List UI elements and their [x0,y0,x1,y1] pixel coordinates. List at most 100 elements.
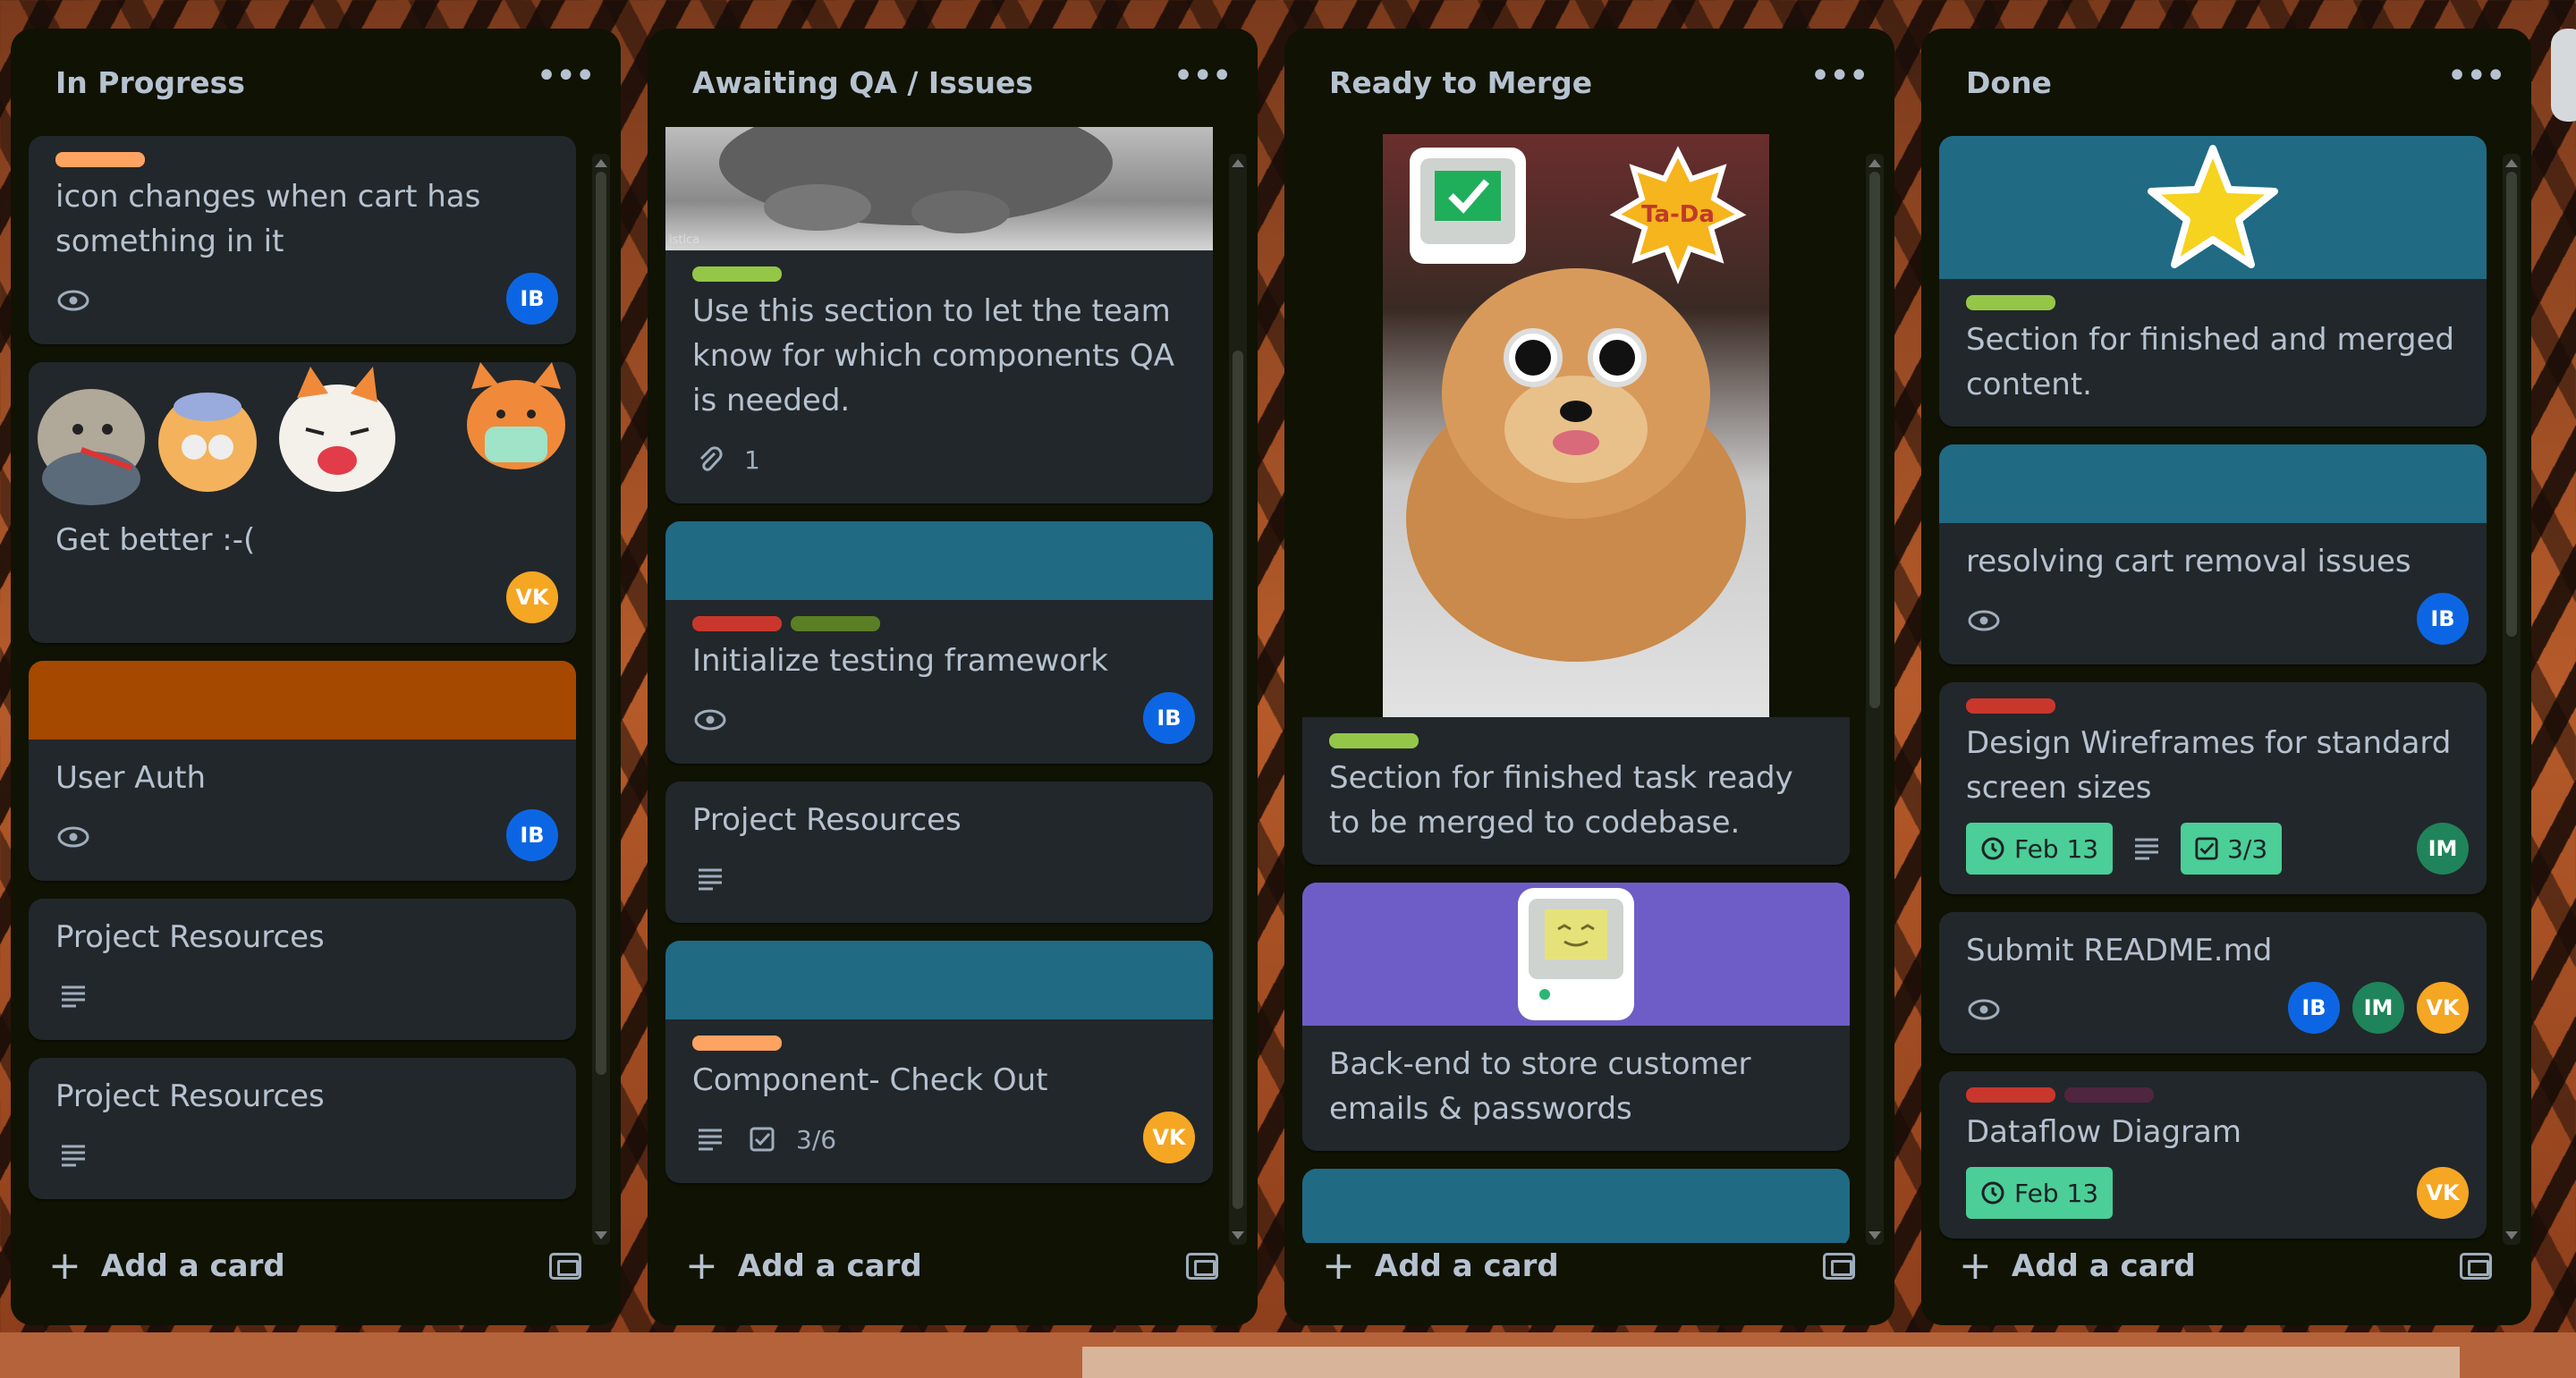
attachment-icon [692,442,728,478]
card-label[interactable] [692,266,782,282]
avatar[interactable]: VK [2417,982,2469,1034]
list-footer: + Add a card [1302,1230,1875,1302]
card-label[interactable] [1329,733,1419,748]
card[interactable]: icon changes when cart has something in … [29,136,576,344]
card-cover [1302,883,1850,1026]
card-title: Back-end to store customer emails & pass… [1329,1046,1751,1127]
card-title: Project Resources [55,919,325,955]
card-template-icon[interactable] [549,1253,581,1280]
add-card-label: Add a card [100,1248,285,1284]
list-title[interactable]: Awaiting QA / Issues [692,65,1033,100]
list-menu-icon[interactable]: ••• [2446,58,2506,106]
due-date-badge[interactable]: Feb 13 [1966,1167,2114,1219]
add-card-button[interactable]: + Add a card [685,1247,922,1286]
card-template-icon[interactable] [1186,1253,1218,1280]
card-list: Ta-Da Section for finished task ready to… [1302,134,1850,1243]
watching-eye-icon [55,283,91,318]
add-card-button[interactable]: + Add a card [1959,1247,2196,1286]
card-title: Section for finished and merged content. [1966,322,2454,402]
list-menu-icon[interactable]: ••• [1809,58,1869,106]
list-title[interactable]: Ready to Merge [1329,65,1592,100]
list-header: In Progress ••• [11,29,621,136]
card[interactable]: Dataflow Diagram Feb 13 VK [1939,1071,2487,1239]
scrollbar[interactable] [2503,154,2521,1245]
avatar[interactable]: IB [2417,593,2469,645]
card[interactable]: Section for finished and merged content. [1939,136,2487,427]
card-label[interactable] [1966,1087,2055,1103]
card[interactable]: Component- Check Out 3/6 VK [665,941,1213,1183]
list-menu-icon[interactable]: ••• [1173,58,1233,106]
card[interactable]: Back-end to store customer emails & pass… [1302,883,1850,1151]
add-card-button[interactable]: + Add a card [48,1247,285,1286]
masked-cat-sticker-icon [467,362,565,469]
card-label[interactable] [55,152,145,167]
plus-icon: + [1959,1243,1992,1289]
plus-icon: + [48,1243,81,1289]
list-menu-icon[interactable]: ••• [536,58,596,106]
card[interactable]: Initialize testing framework IB [665,521,1213,764]
list-footer: + Add a card [1939,1230,2512,1302]
card-label[interactable] [1966,295,2055,310]
card-cover [1939,136,2487,279]
card-title: Project Resources [55,1078,325,1114]
star-sticker-icon [2148,145,2278,268]
checklist-icon [2195,837,2218,860]
card-label[interactable] [791,616,880,631]
card-title: icon changes when cart has something in … [55,179,481,259]
plus-icon: + [685,1243,718,1289]
card-label[interactable] [1966,698,2055,714]
checklist-count: 3/3 [2227,833,2268,864]
card-template-icon[interactable] [1823,1253,1855,1280]
card[interactable]: Ta-Da Section for finished task ready to… [1302,134,1850,865]
card[interactable]: Get better :-( VK [29,362,576,643]
avatar[interactable]: VK [1143,1112,1195,1163]
description-icon [55,978,91,1014]
card-title: Design Wireframes for standard screen si… [1966,725,2452,806]
avatar[interactable]: IM [2352,982,2404,1034]
avatar[interactable]: IB [2288,982,2340,1034]
card-title: Dataflow Diagram [1966,1114,2241,1150]
list-title[interactable]: In Progress [55,65,245,100]
watching-eye-icon [692,702,728,738]
card[interactable]: User Auth IB [29,661,576,881]
card[interactable]: Project Resources [665,782,1213,923]
checklist-count: 3/6 [796,1124,837,1154]
card[interactable]: Project Resources [29,899,576,1040]
avatar[interactable]: IB [506,809,558,861]
scrollbar[interactable] [1866,154,1884,1245]
card-label[interactable] [692,1036,782,1051]
avatar[interactable]: IB [1143,692,1195,744]
clock-icon [1981,1181,2004,1205]
scrollbar[interactable] [1229,154,1247,1245]
description-icon [692,1121,728,1157]
avatar[interactable]: IB [506,273,558,325]
card[interactable]: resolving cart removal issues IB [1939,444,2487,664]
card[interactable]: Project Resources [29,1058,576,1199]
description-icon [2129,831,2165,867]
card-label[interactable] [2064,1087,2154,1103]
avatar[interactable]: IM [2417,823,2469,875]
due-date-text: Feb 13 [2014,1178,2099,1208]
sneezing-cat-sticker-icon [279,367,395,492]
list-title[interactable]: Done [1966,65,2052,100]
scrollbar[interactable] [592,154,610,1245]
list-footer: + Add a card [29,1230,601,1302]
add-card-button[interactable]: + Add a card [1322,1247,1559,1286]
card[interactable]: istica Use this section to let the team … [665,127,1213,503]
list-ready-to-merge: Ready to Merge ••• Ta-Da Section for fin… [1284,29,1894,1325]
avatar[interactable]: VK [2417,1167,2469,1219]
checklist-badge[interactable]: 3/3 [2181,823,2283,875]
background-light-strip [1082,1347,2460,1378]
list-awaiting-qa: Awaiting QA / Issues ••• istica Use this… [648,29,1258,1325]
due-date-badge[interactable]: Feb 13 [1966,823,2114,875]
card-label[interactable] [692,616,782,631]
card-template-icon[interactable] [2460,1253,2492,1280]
card-cover-image: Ta-Da [1302,134,1850,717]
card[interactable]: Design Wireframes for standard screen si… [1939,682,2487,894]
avatar[interactable]: VK [506,571,558,623]
sick-orange-cat-sticker-icon [158,393,257,492]
card-cover-stickers [29,362,576,505]
side-panel-tab[interactable] [2551,29,2576,122]
computer-check-sticker-icon [1410,148,1526,264]
card[interactable]: Submit README.md IB IM VK [1939,912,2487,1053]
